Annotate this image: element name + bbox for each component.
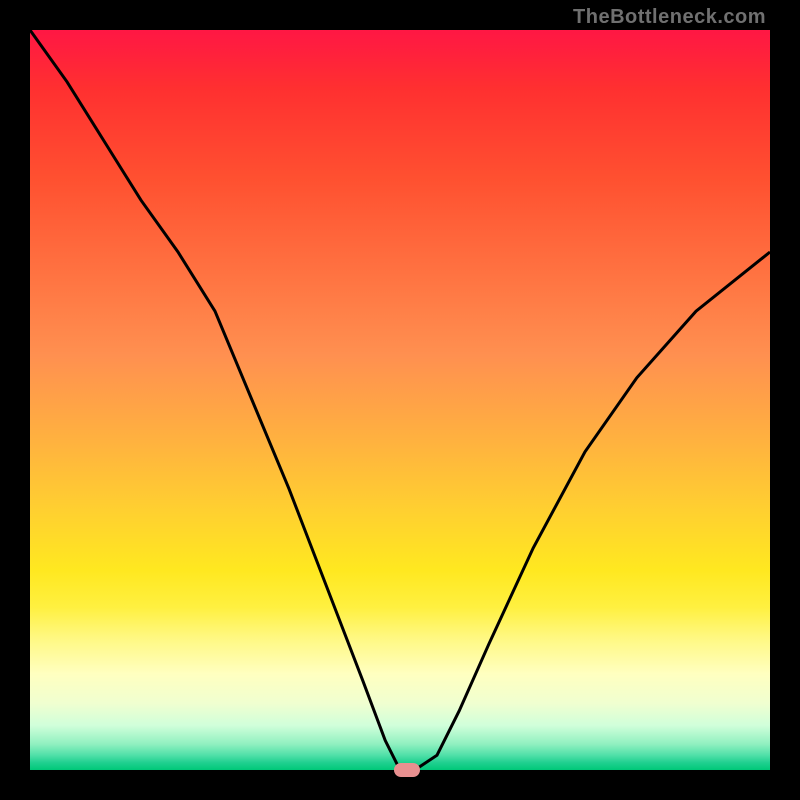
bottleneck-curve — [30, 30, 770, 770]
chart-container: TheBottleneck.com — [0, 0, 800, 800]
watermark: TheBottleneck.com — [573, 6, 766, 29]
bottleneck-marker — [394, 763, 420, 777]
